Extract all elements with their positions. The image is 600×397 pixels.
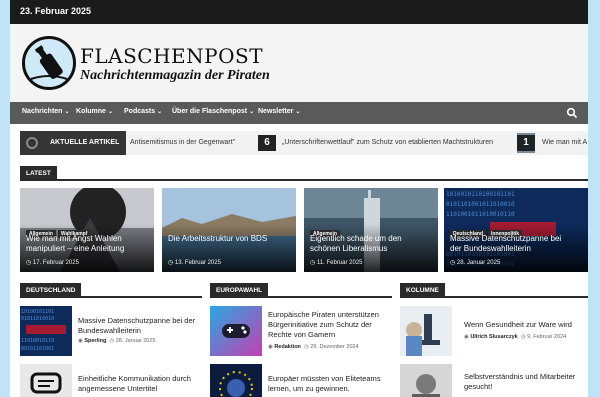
news-ticker: AKTUELLE ARTIKEL Antisemitismus in der G… — [20, 131, 588, 155]
ticker-item[interactable]: „Unterschriftenwettlauf" zum Schutz von … — [282, 139, 493, 146]
ticker-number: 1 — [517, 135, 535, 151]
divider — [400, 296, 588, 298]
chevron-down-icon: ⌄ — [64, 109, 70, 115]
clock-icon: ◷ — [26, 260, 33, 266]
loading-ring-icon — [26, 137, 38, 149]
section-europawahl: EUROPAWAHL — [210, 283, 392, 298]
nav-item-newsletter[interactable]: Newsletter ⌄ — [258, 108, 300, 115]
section-kolumne: KOLUMNE — [400, 283, 588, 298]
chevron-down-icon: ⌄ — [107, 109, 113, 115]
section-deutschland: DEUTSCHLAND — [20, 283, 202, 298]
site-title[interactable]: FLASCHENPOST — [80, 44, 263, 68]
nav-item-ueber[interactable]: Über die Flaschenpost ⌄ — [172, 108, 254, 115]
article-card[interactable]: Allgemein Eigentlich schade um den schön… — [304, 188, 438, 272]
nav-item-podcasts[interactable]: Podcasts ⌄ — [124, 108, 162, 115]
article-title[interactable]: Massive Datenschutzpanne bei der Bundesw… — [78, 316, 203, 336]
nav-item-nachrichten[interactable]: Nachrichten ⌄ — [22, 108, 70, 115]
clock-icon: ◷ — [168, 260, 175, 266]
article-meta: ◉ Redaktion ◷ 29. Dezember 2024 — [268, 344, 359, 350]
article-date: ◷ 17. Februar 2025 — [26, 260, 79, 266]
article-title[interactable]: Wenn Gesundheit zur Ware wird — [464, 320, 588, 330]
article-card[interactable]: Die Arbeitsstruktur von BDS ◷ 13. Februa… — [162, 188, 296, 272]
site-subtitle: Nachrichtenmagazin der Piraten — [80, 68, 270, 83]
bottle-logo-icon[interactable] — [22, 36, 76, 90]
divider — [20, 179, 588, 181]
divider — [20, 296, 202, 298]
article-meta: ◉ Ullrich Slusarczyk ◷ 9. Februar 2024 — [464, 334, 567, 340]
article-date: ◷ 11. Februar 2025 — [310, 260, 363, 266]
svg-text:00101101001: 00101101001 — [21, 346, 54, 352]
article-thumbnail — [400, 306, 452, 356]
ticker-number: 6 — [258, 135, 276, 151]
article-title[interactable]: Selbstverständnis und Mitarbeiter gesuch… — [464, 372, 588, 392]
list-item[interactable]: 10100101101 01011010010 11010010110 001011… — [20, 306, 202, 358]
article-date: ◷ 13. Februar 2025 — [168, 260, 221, 266]
article-title[interactable]: Europäer müssten von Eliteteams lernen, … — [268, 374, 393, 394]
section-latest: LATEST — [20, 166, 588, 181]
search-icon[interactable] — [566, 106, 578, 119]
current-date: 23. Februar 2025 — [20, 6, 92, 16]
article-title[interactable]: Einheitliche Kommunikation durch angemes… — [78, 374, 203, 394]
ticker-item[interactable]: Antisemitismus in der Gegenwart" — [130, 139, 235, 146]
ticker-label: AKTUELLE ARTIKEL — [20, 131, 126, 155]
article-title[interactable]: Eigentlich schade um den schönen Liberal… — [310, 234, 432, 254]
chevron-down-icon: ⌄ — [157, 109, 163, 115]
main-navigation: Nachrichten ⌄ Kolumne ⌄ Podcasts ⌄ Über die… — [10, 102, 588, 124]
svg-text:0101101001011010010: 0101101001011010010 — [446, 201, 515, 208]
ticker-item[interactable]: Wie man mit A — [542, 139, 587, 146]
article-card[interactable]: 1010010110100101101 0101101001011010010 … — [444, 188, 588, 272]
article-title[interactable]: Europäische Piraten unterstützen Bürgeri… — [268, 310, 393, 340]
chevron-down-icon: ⌄ — [249, 109, 255, 115]
article-thumbnail — [400, 364, 452, 397]
article-title[interactable]: Wie man mit Angst Wahlen manipuliert – e… — [26, 234, 148, 254]
chevron-down-icon: ⌄ — [295, 109, 301, 115]
svg-text:01011010010: 01011010010 — [21, 316, 54, 322]
list-item[interactable]: Selbstverständnis und Mitarbeiter gesuch… — [400, 364, 588, 397]
top-bar: 23. Februar 2025 — [10, 0, 588, 24]
site-header: FLASCHENPOST Nachrichtenmagazin der Pira… — [10, 24, 588, 102]
clock-icon: ◷ — [450, 260, 457, 266]
article-date: ◷ 28. Januar 2025 — [450, 260, 501, 266]
nav-item-kolumne[interactable]: Kolumne ⌄ — [76, 108, 113, 115]
svg-text:1101001011010010110: 1101001011010010110 — [446, 211, 515, 218]
clock-icon: ◷ — [310, 260, 317, 266]
divider — [210, 296, 392, 298]
article-title[interactable]: Die Arbeitsstruktur von BDS — [168, 234, 290, 244]
svg-text:1010010110100101101: 1010010110100101101 — [446, 191, 515, 198]
list-item[interactable]: Wenn Gesundheit zur Ware wird ◉ Ullrich … — [400, 306, 588, 358]
list-item[interactable]: Europäer müssten von Eliteteams lernen, … — [210, 364, 392, 397]
svg-text:11010010110: 11010010110 — [21, 338, 54, 344]
page: 23. Februar 2025 FLASCHENPOST Nachrichte… — [10, 0, 588, 397]
article-meta: ◉ Sperling ◷ 28. Januar 2025 — [78, 338, 156, 344]
gamepad-icon — [210, 306, 262, 356]
svg-text:10100101101: 10100101101 — [21, 309, 54, 315]
article-title[interactable]: Massive Datenschutzpanne bei der Bundesw… — [450, 234, 572, 254]
article-card[interactable]: Allgemein Wahlkampf Wie man mit Angst Wah… — [20, 188, 154, 272]
article-thumbnail — [20, 364, 72, 397]
list-item[interactable]: Einheitliche Kommunikation durch angemes… — [20, 364, 202, 397]
article-thumbnail — [210, 364, 262, 397]
list-item[interactable]: Europäische Piraten unterstützen Bürgeri… — [210, 306, 392, 358]
article-thumbnail: 10100101101 01011010010 11010010110 001011… — [20, 306, 72, 356]
